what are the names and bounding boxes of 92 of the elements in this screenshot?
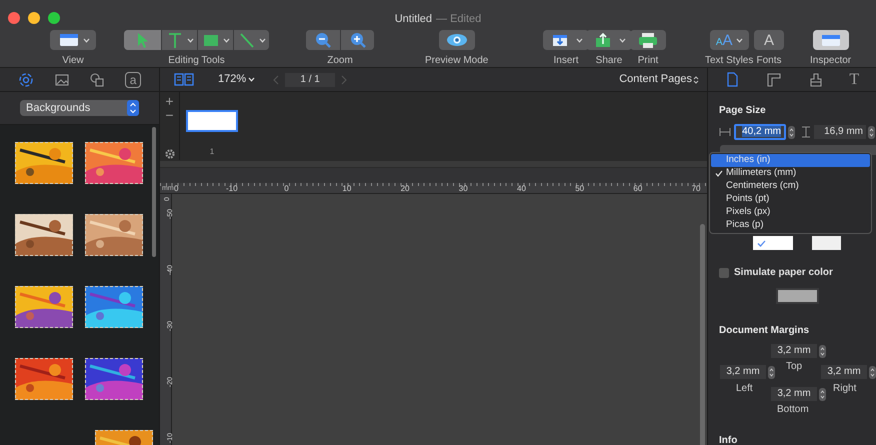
remove-page-button[interactable]: − [165,108,174,122]
stepper[interactable] [819,388,826,400]
zoom-out-icon [314,31,332,49]
library-tab[interactable]: a [125,72,142,88]
updown-icon [693,74,699,84]
gear-icon[interactable] [164,148,176,160]
width-field[interactable]: 40,2 mm [734,124,786,140]
toolbar-label: Editing Tools [168,54,225,68]
checkbox[interactable] [719,268,729,278]
toolbar-button[interactable] [812,30,849,50]
menu-item[interactable]: Pixels (px) [711,206,870,219]
section-title: Info [719,434,738,445]
zoom-button[interactable] [48,12,60,24]
page-swatch[interactable] [812,236,841,250]
menu-item[interactable]: Inches (in) [711,154,870,167]
width-icon [719,127,731,137]
check-icon [714,170,722,177]
close-button[interactable] [8,12,20,24]
field-label: Left [736,382,753,396]
add-page-button[interactable]: + [165,94,174,108]
toolbar-label: View [62,54,84,68]
top-margin-field[interactable]: 3,2 mm [771,344,817,358]
eye-icon [444,31,469,49]
field-label: Top [786,360,802,374]
tool-segment[interactable] [340,30,374,50]
ruler-label: 40 [517,184,526,194]
book-icon[interactable] [174,72,194,86]
line-icon [238,31,256,49]
toolbar-button[interactable]: A [754,30,784,50]
ruler-label: 60 [633,184,642,194]
section-title: Page Size [719,104,767,118]
pages-menu[interactable]: Content Pages [619,71,699,88]
edited-label: — Edited [436,12,482,27]
stepper[interactable] [868,126,875,138]
stepper[interactable] [819,344,826,358]
ruler-label: 10 [342,184,352,194]
stepper[interactable] [788,126,795,138]
field-label: Bottom [777,403,809,417]
zoom-menu[interactable]: 172% [218,71,256,88]
minimize-button[interactable] [28,12,40,24]
toolbar-label: Zoom [327,54,353,68]
section-title: Document Margins [719,324,810,338]
page-swatch[interactable] [753,236,793,250]
category-popup[interactable]: Backgrounds [20,100,139,116]
page-field[interactable]: 1 / 1 [285,72,336,86]
scrollbar[interactable] [152,127,156,257]
height-icon [801,126,811,138]
toolbar-button[interactable] [438,30,475,50]
toolbar-label: Preview Mode [425,54,488,68]
menu-item[interactable]: Millimeters (mm) [711,167,870,180]
shapes-icon[interactable] [89,72,106,88]
ruler-label: 50 [575,184,584,194]
left-margin-field[interactable]: 3,2 mm [720,365,766,379]
toolbar-label: Print [638,54,658,68]
letter-icon: AA [716,32,733,48]
menu-item[interactable]: Points (pt) [711,193,870,206]
stepper[interactable] [768,366,775,378]
menu-item[interactable]: Picas (p) [711,219,870,232]
toolbar-button[interactable] [630,30,666,50]
page-number: 1 [210,146,214,158]
ruler-label: -10 [226,184,238,194]
ruler-label: 0 [284,184,289,194]
zoom-in-icon [348,31,366,49]
check-icon [757,240,766,246]
ruler-label: 30 [458,184,468,194]
ruler-label: 70 [692,184,700,194]
field-label: Right [833,382,856,396]
toolbar-label: Fonts [756,54,782,68]
ruler-label: 20 [400,184,410,194]
bottom-margin-field[interactable]: 3,2 mm [771,387,817,401]
height-field[interactable]: 16,9 mm [814,125,866,139]
toolbar-label: Insert [553,54,578,68]
inspector-tab[interactable]: T [849,72,860,88]
ruler-label: 0 [174,184,178,194]
toolbar-label: Inspector [810,54,852,68]
page-thumbnail[interactable] [186,110,238,132]
menu-item[interactable]: Centimeters (cm) [711,180,870,193]
window-title: Untitled [394,12,432,27]
stepper[interactable] [869,366,876,378]
chevron-icon [248,77,256,82]
checkbox-label: Simulate paper color [734,266,833,280]
tool-segment[interactable] [233,30,269,50]
toolbar-button[interactable] [543,30,589,50]
image-icon[interactable] [54,72,70,88]
updown-icon [127,100,139,116]
right-margin-field[interactable]: 3,2 mm [821,365,867,379]
letter-icon: A [760,32,778,48]
toolbar-label: Text Styles [705,54,754,68]
toolbar-label: Share [596,54,622,68]
toolbar-button[interactable] [50,30,96,50]
printer-icon [636,31,660,49]
scrollbar[interactable] [700,224,705,445]
